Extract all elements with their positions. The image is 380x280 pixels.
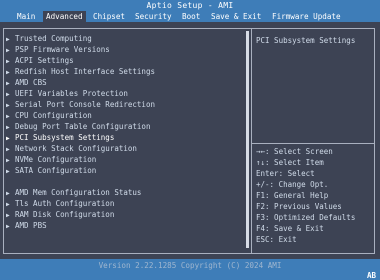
menu-item-label: Tls Auth Configuration	[15, 199, 115, 208]
submenu-arrow-icon: ▶	[6, 201, 10, 208]
menu-item-label: ACPI Settings	[15, 56, 74, 65]
menu-item-label: PSP Firmware Versions	[15, 45, 110, 54]
submenu-arrow-icon: ▶	[6, 69, 10, 76]
post-code-badge: AB	[366, 271, 376, 280]
title-bar: Aptio Setup - AMI Main Advanced Chipset …	[0, 0, 380, 22]
menu-item-label: Redfish Host Interface Settings	[15, 67, 155, 76]
key-hint-save-exit: F4: Save & Exit	[256, 224, 324, 233]
tab-chipset[interactable]: Chipset	[93, 11, 125, 22]
menu-item-trusted-computing[interactable]: ▶ Trusted Computing	[6, 34, 92, 44]
menu-item-label: CPU Configuration	[15, 111, 92, 120]
menu-item-tls-auth-configuration[interactable]: ▶ Tls Auth Configuration	[6, 199, 114, 209]
submenu-arrow-icon: ▶	[6, 135, 10, 142]
tab-boot[interactable]: Boot	[182, 11, 200, 22]
tab-advanced[interactable]: Advanced	[43, 11, 86, 22]
key-hint-optimized-defaults: F3: Optimized Defaults	[256, 213, 356, 222]
menu-item-label: PCI Subsystem Settings	[15, 133, 115, 142]
menu-item-label: UEFI Variables Protection	[15, 89, 128, 98]
menu-item-label: Trusted Computing	[15, 34, 92, 43]
key-hint-change-opt: +/-: Change Opt.	[256, 180, 329, 189]
menu-item-label: RAM Disk Configuration	[15, 210, 115, 219]
submenu-arrow-icon: ▶	[6, 124, 10, 131]
key-hint-general-help: F1: General Help	[256, 191, 329, 200]
tab-security[interactable]: Security	[135, 11, 172, 22]
menu-item-pci-subsystem-settings[interactable]: ▶ PCI Subsystem Settings	[6, 133, 114, 143]
key-hint-select-item: ↑↓: Select Item	[256, 158, 324, 167]
submenu-arrow-icon: ▶	[6, 102, 10, 109]
submenu-arrow-icon: ▶	[6, 190, 10, 197]
menu-item-psp-firmware-versions[interactable]: ▶ PSP Firmware Versions	[6, 45, 110, 55]
version-text: Version 2.22.1285 Copyright (C) 2024 AMI	[98, 261, 282, 270]
setup-frame: ▶ Trusted Computing ▶ PSP Firmware Version…	[3, 28, 375, 254]
menu-item-label: AMD PBS	[15, 221, 47, 230]
submenu-arrow-icon: ▶	[6, 47, 10, 54]
menu-item-uefi-variables-protection[interactable]: ▶ UEFI Variables Protection	[6, 89, 128, 99]
submenu-arrow-icon: ▶	[6, 157, 10, 164]
submenu-arrow-icon: ▶	[6, 223, 10, 230]
menu-item-label: AMD Mem Configuration Status	[15, 188, 142, 197]
menu-item-amd-mem-configuration-status[interactable]: ▶ AMD Mem Configuration Status	[6, 188, 141, 198]
submenu-arrow-icon: ▶	[6, 113, 10, 120]
menu-item-cpu-configuration[interactable]: ▶ CPU Configuration	[6, 111, 92, 121]
menu-item-label: AMD CBS	[15, 78, 47, 87]
menu-item-acpi-settings[interactable]: ▶ ACPI Settings	[6, 56, 74, 66]
tab-firmware-update[interactable]: Firmware Update	[272, 11, 341, 22]
submenu-arrow-icon: ▶	[6, 168, 10, 175]
submenu-arrow-icon: ▶	[6, 146, 10, 153]
key-hint-enter: Enter: Select	[256, 169, 315, 178]
menu-item-label: SATA Configuration	[15, 166, 97, 175]
menu-item-debug-port-table[interactable]: ▶ Debug Port Table Configuration	[6, 122, 150, 132]
menu-item-label: Debug Port Table Configuration	[15, 122, 151, 131]
menu-item-nvme-configuration[interactable]: ▶ NVMe Configuration	[6, 155, 96, 165]
key-hint-esc-exit: ESC: Exit	[256, 235, 297, 244]
menu-item-amd-cbs[interactable]: ▶ AMD CBS	[6, 78, 47, 88]
menu-item-label: Network Stack Configuration	[15, 144, 137, 153]
submenu-arrow-icon: ▶	[6, 58, 10, 65]
tab-main[interactable]: Main	[17, 11, 35, 22]
menu-scrollbar[interactable]	[246, 31, 249, 248]
submenu-arrow-icon: ▶	[6, 91, 10, 98]
menu-item-ram-disk-configuration[interactable]: ▶ RAM Disk Configuration	[6, 210, 114, 220]
help-divider	[252, 143, 375, 144]
key-hint-previous-values: F2: Previous Values	[256, 202, 342, 211]
menu-item-sata-configuration[interactable]: ▶ SATA Configuration	[6, 166, 96, 176]
menu-item-network-stack[interactable]: ▶ Network Stack Configuration	[6, 144, 137, 154]
submenu-arrow-icon: ▶	[6, 80, 10, 87]
submenu-arrow-icon: ▶	[6, 212, 10, 219]
menu-item-serial-port-console[interactable]: ▶ Serial Port Console Redirection	[6, 100, 155, 110]
help-text: PCI Subsystem Settings	[256, 36, 356, 45]
panel-divider	[251, 29, 252, 253]
menu-item-amd-pbs[interactable]: ▶ AMD PBS	[6, 221, 47, 231]
menu-item-label: NVMe Configuration	[15, 155, 97, 164]
key-hint-select-screen: →←: Select Screen	[256, 147, 333, 156]
footer-bar: Version 2.22.1285 Copyright (C) 2024 AMI…	[0, 259, 380, 280]
submenu-arrow-icon: ▶	[6, 36, 10, 43]
app-title: Aptio Setup - AMI	[146, 1, 234, 10]
tab-save-exit[interactable]: Save & Exit	[211, 11, 261, 22]
menu-item-label: Serial Port Console Redirection	[15, 100, 155, 109]
menu-item-redfish-host-interface[interactable]: ▶ Redfish Host Interface Settings	[6, 67, 155, 77]
tab-bar: Main Advanced Chipset Security Boot Save…	[0, 11, 380, 22]
